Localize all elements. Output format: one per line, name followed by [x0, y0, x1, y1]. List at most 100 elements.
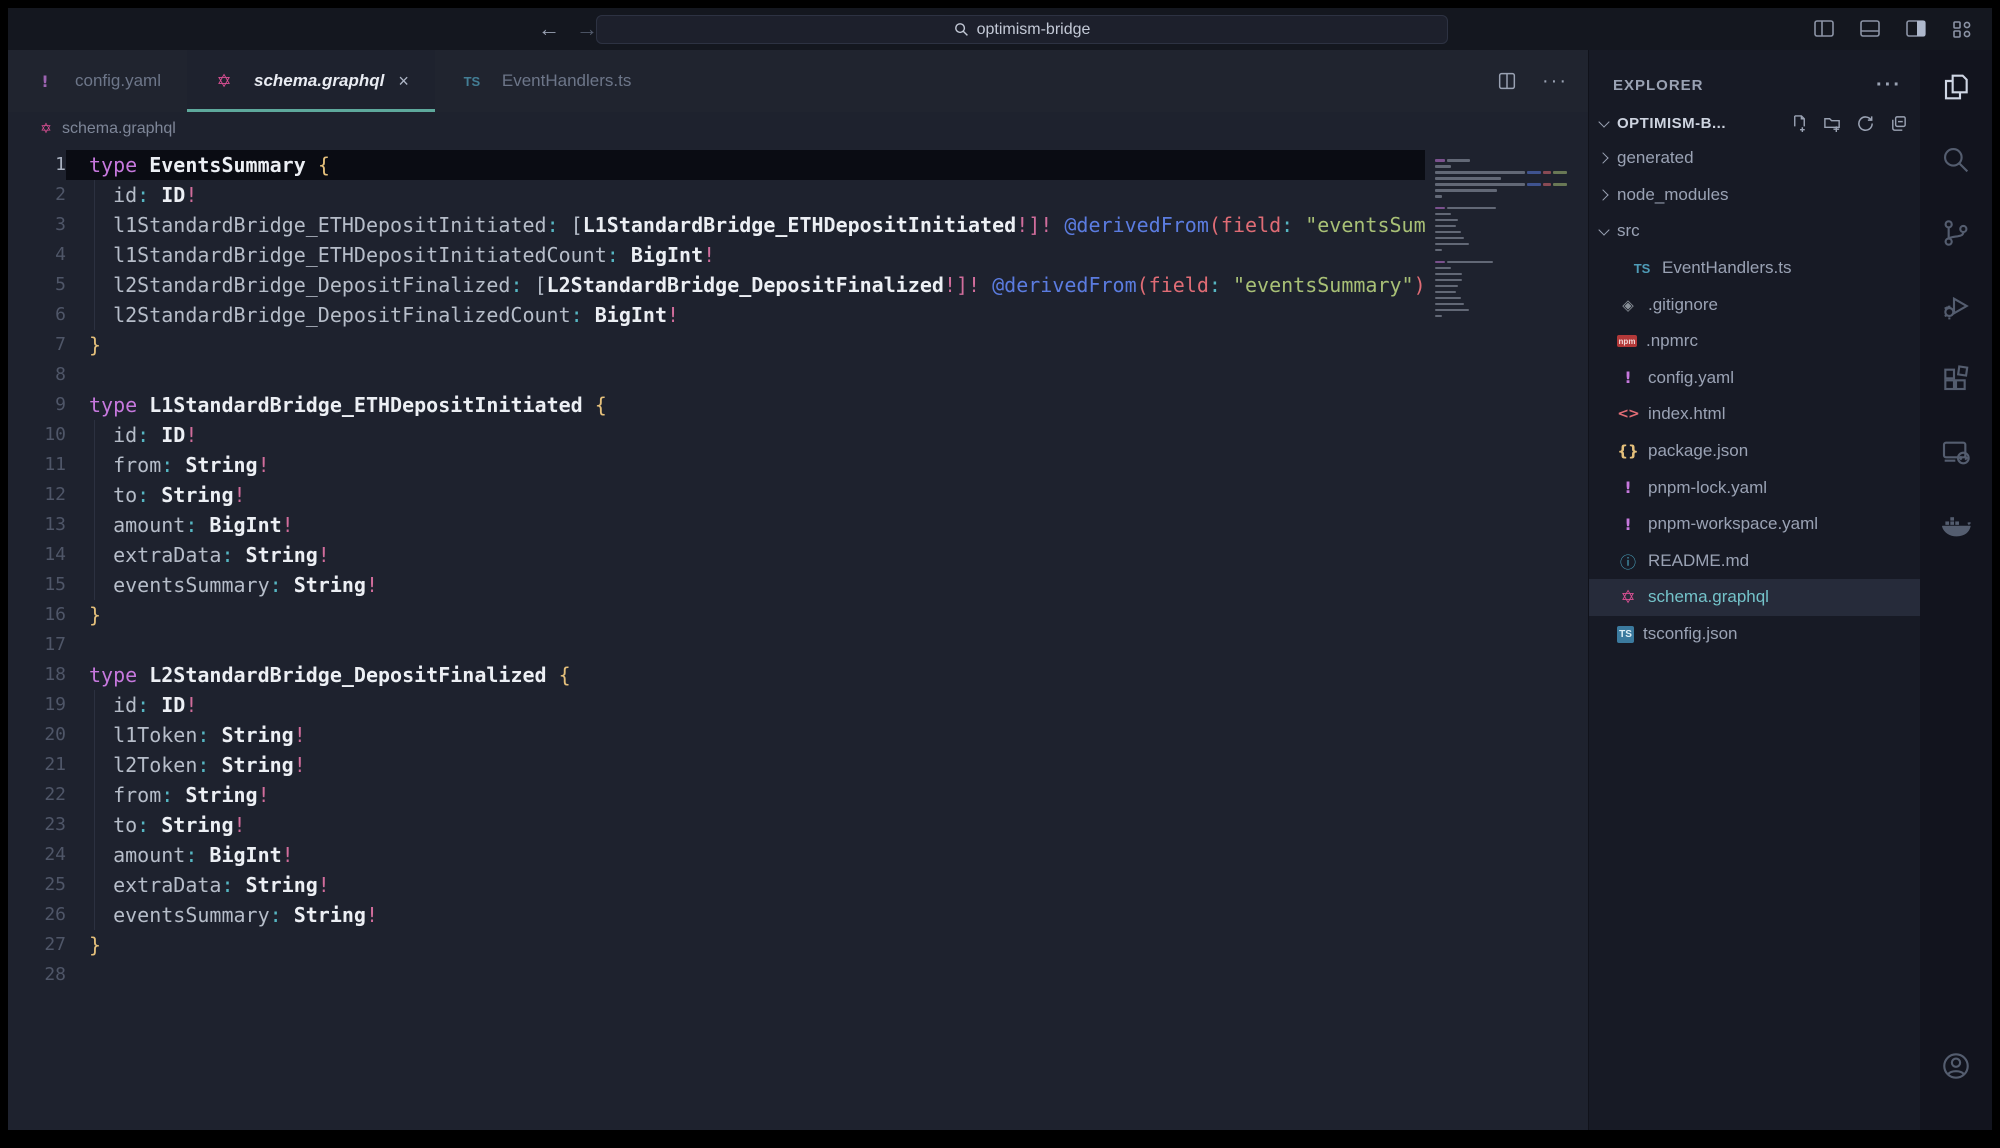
file-row-readme-md[interactable]: ⓘREADME.md	[1589, 543, 1920, 580]
docker-icon[interactable]	[1920, 488, 1992, 561]
code-line-13[interactable]: 13 amount: BigInt!	[8, 510, 1588, 540]
workspace-section-header[interactable]: OPTIMISM-B...	[1589, 106, 1920, 140]
customize-layout-icon[interactable]	[1950, 17, 1974, 41]
history-back-icon[interactable]: ←	[538, 16, 560, 42]
file-row-schema-graphql[interactable]: ✡schema.graphql	[1589, 579, 1920, 616]
line-number: 25	[8, 870, 66, 900]
history-forward-icon[interactable]: →	[576, 16, 598, 42]
code-line-27[interactable]: 27}	[8, 930, 1588, 960]
line-number: 2	[8, 180, 66, 210]
search-icon	[954, 22, 969, 37]
new-folder-icon[interactable]	[1823, 114, 1842, 133]
line-number: 13	[8, 510, 66, 540]
code-line-1[interactable]: 1type EventsSummary {	[8, 150, 1588, 180]
file-row-eventhandlers-ts[interactable]: TSEventHandlers.ts	[1589, 250, 1920, 287]
tree-item-label: .npmrc	[1646, 331, 1698, 351]
ts-file-icon: TS	[1631, 261, 1653, 276]
code-line-2[interactable]: 2 id: ID!	[8, 180, 1588, 210]
folder-row-node-modules[interactable]: node_modules	[1589, 177, 1920, 214]
code-line-24[interactable]: 24 amount: BigInt!	[8, 840, 1588, 870]
code-line-14[interactable]: 14 extraData: String!	[8, 540, 1588, 570]
breadcrumb[interactable]: ✡ schema.graphql	[8, 112, 1588, 145]
graphql-file-icon: ✡	[1617, 587, 1639, 608]
source-control-icon[interactable]	[1920, 196, 1992, 269]
file-row-pnpm-lock-yaml[interactable]: !pnpm-lock.yaml	[1589, 469, 1920, 506]
tree-item-label: config.yaml	[1648, 368, 1734, 388]
folder-row-src[interactable]: src	[1589, 213, 1920, 250]
code-line-16[interactable]: 16}	[8, 600, 1588, 630]
code-line-12[interactable]: 12 to: String!	[8, 480, 1588, 510]
tsconfig-file-icon: TS	[1617, 626, 1634, 643]
search-view-icon[interactable]	[1920, 123, 1992, 196]
activity-bar	[1920, 50, 1992, 1130]
code-line-25[interactable]: 25 extraData: String!	[8, 870, 1588, 900]
file-row-index-html[interactable]: <>index.html	[1589, 396, 1920, 433]
tab-close-icon[interactable]: ×	[398, 71, 409, 92]
code-line-11[interactable]: 11 from: String!	[8, 450, 1588, 480]
toggle-panel-icon[interactable]	[1858, 17, 1882, 41]
code-line-5[interactable]: 5 l2StandardBridge_DepositFinalized: [L2…	[8, 270, 1588, 300]
explorer-view-icon[interactable]	[1920, 50, 1992, 123]
code-line-21[interactable]: 21 l2Token: String!	[8, 750, 1588, 780]
code-editor[interactable]: 1type EventsSummary {2 id: ID!3 l1Standa…	[8, 145, 1588, 990]
code-line-3[interactable]: 3 l1StandardBridge_ETHDepositInitiated: …	[8, 210, 1588, 240]
code-line-26[interactable]: 26 eventsSummary: String!	[8, 900, 1588, 930]
code-line-23[interactable]: 23 to: String!	[8, 810, 1588, 840]
file-row-package-json[interactable]: {}package.json	[1589, 433, 1920, 470]
new-file-icon[interactable]	[1790, 114, 1809, 133]
code-line-15[interactable]: 15 eventsSummary: String!	[8, 570, 1588, 600]
code-line-19[interactable]: 19 id: ID!	[8, 690, 1588, 720]
code-line-8[interactable]: 8	[8, 360, 1588, 390]
line-number: 14	[8, 540, 66, 570]
split-editor-icon[interactable]	[1496, 70, 1518, 92]
chevron-down-icon	[1599, 118, 1609, 128]
line-number: 1	[8, 150, 66, 180]
collapse-folders-icon[interactable]	[1889, 114, 1908, 133]
file-row-tsconfig-json[interactable]: TStsconfig.json	[1589, 616, 1920, 653]
line-number: 22	[8, 780, 66, 810]
file-row--gitignore[interactable]: ◈.gitignore	[1589, 286, 1920, 323]
tab-schema-graphql[interactable]: ✡ schema.graphql ×	[187, 50, 435, 112]
title-bar: ← → optimism-bridge	[8, 8, 1992, 50]
remote-explorer-icon[interactable]	[1920, 415, 1992, 488]
folder-row-generated[interactable]: generated	[1589, 140, 1920, 177]
code-line-17[interactable]: 17	[8, 630, 1588, 660]
command-center-search[interactable]: optimism-bridge	[596, 15, 1448, 44]
ts-file-icon: TS	[461, 74, 483, 89]
tab-config-yaml[interactable]: ! config.yaml	[8, 50, 187, 112]
toggle-secondary-sidebar-icon[interactable]	[1904, 17, 1928, 41]
code-line-9[interactable]: 9type L1StandardBridge_ETHDepositInitiat…	[8, 390, 1588, 420]
explorer-more-actions-icon[interactable]: ···	[1876, 74, 1902, 97]
tab-eventhandlers-ts[interactable]: TS EventHandlers.ts	[435, 50, 657, 112]
more-actions-icon[interactable]: ···	[1542, 70, 1568, 93]
code-line-22[interactable]: 22 from: String!	[8, 780, 1588, 810]
file-row--npmrc[interactable]: npm .npmrc	[1589, 323, 1920, 360]
account-icon[interactable]	[1920, 1029, 1992, 1102]
code-line-20[interactable]: 20 l1Token: String!	[8, 720, 1588, 750]
npm-file-icon: npm	[1617, 335, 1637, 347]
tab-label: config.yaml	[75, 71, 161, 91]
line-number: 9	[8, 390, 66, 420]
graphql-file-icon: ✡	[38, 121, 54, 137]
explorer-sidebar: EXPLORER ··· OPTIMISM-B...	[1588, 50, 1920, 1130]
file-row-pnpm-workspace-yaml[interactable]: !pnpm-workspace.yaml	[1589, 506, 1920, 543]
yaml-file-icon: !	[34, 72, 56, 91]
code-line-6[interactable]: 6 l2StandardBridge_DepositFinalizedCount…	[8, 300, 1588, 330]
code-line-28[interactable]: 28	[8, 960, 1588, 990]
toggle-primary-sidebar-icon[interactable]	[1812, 17, 1836, 41]
refresh-icon[interactable]	[1856, 114, 1875, 133]
tree-item-label: pnpm-workspace.yaml	[1648, 514, 1818, 534]
file-row-config-yaml[interactable]: !config.yaml	[1589, 360, 1920, 397]
workspace-name: OPTIMISM-B...	[1617, 115, 1726, 132]
minimap[interactable]	[1425, 145, 1588, 405]
file-tree: generatednode_modulessrcTSEventHandlers.…	[1589, 140, 1920, 652]
line-number: 24	[8, 840, 66, 870]
extensions-icon[interactable]	[1920, 342, 1992, 415]
code-line-18[interactable]: 18type L2StandardBridge_DepositFinalized…	[8, 660, 1588, 690]
vscode-window: ← → optimism-bridge	[0, 0, 2000, 1148]
tree-item-label: pnpm-lock.yaml	[1648, 478, 1767, 498]
code-line-7[interactable]: 7}	[8, 330, 1588, 360]
code-line-10[interactable]: 10 id: ID!	[8, 420, 1588, 450]
run-and-debug-icon[interactable]	[1920, 269, 1992, 342]
code-line-4[interactable]: 4 l1StandardBridge_ETHDepositInitiatedCo…	[8, 240, 1588, 270]
